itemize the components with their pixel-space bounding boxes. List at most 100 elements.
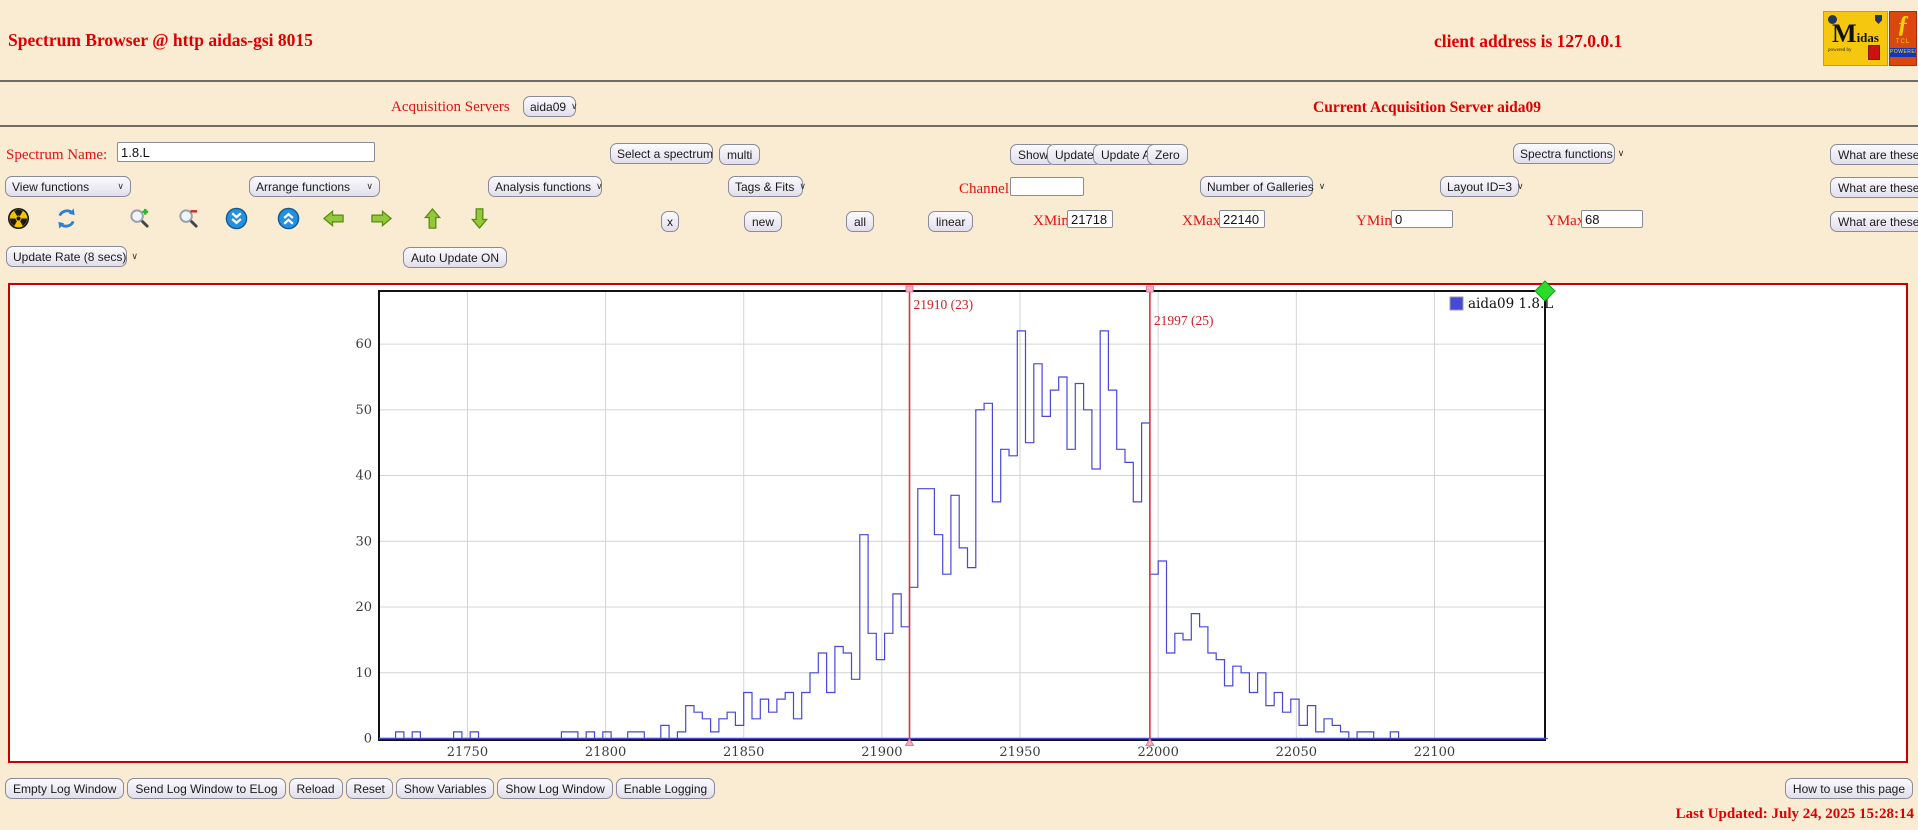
chevron-down-icon [596,181,603,192]
chevron-down-icon [366,181,373,192]
midas-powered-by-text: powered by [1828,48,1851,53]
svg-text:21997 (25): 21997 (25) [1154,313,1214,328]
send-log-window-to-elog-button[interactable]: Send Log Window to ELog [127,778,285,799]
double-arrow-up-icon[interactable] [277,207,300,230]
acquisition-server-select[interactable]: aida09 [523,96,576,117]
zoom-in-icon[interactable] [128,207,151,230]
show-log-window-button[interactable]: Show Log Window [497,778,612,799]
show-variables-button[interactable]: Show Variables [396,778,495,799]
select-a-spectrum-label: Select a spectrum [617,147,713,161]
auto-update-button[interactable]: Auto Update ON [403,247,507,268]
spectrum-name-label: Spectrum Name: [6,147,107,164]
number-of-galleries-select[interactable]: Number of Galleries [1200,176,1313,197]
analysis-functions-select[interactable]: Analysis functions [488,176,602,197]
arrow-down-icon[interactable] [468,207,491,230]
ymin-input[interactable] [1391,210,1453,228]
ymax-input[interactable] [1581,210,1643,228]
svg-text:21950: 21950 [999,745,1040,760]
tcl-powered-text: POWERED [1890,48,1916,57]
acquisition-servers-label: Acquisition Servers [391,99,510,116]
tags-fits-label: Tags & Fits [735,180,794,194]
midas-logo-shield [1875,15,1882,24]
last-updated-label: Last Updated: July 24, 2025 15:28:14 [1676,806,1914,823]
svg-text:aida09 1.8.L: aida09 1.8.L [1468,296,1553,312]
midas-logo-figure [1868,45,1880,60]
arrow-up-icon[interactable] [421,207,444,230]
what-are-these-button-2[interactable]: What are these? [1830,177,1918,198]
arrange-functions-label: Arrange functions [256,180,350,194]
svg-text:21750: 21750 [447,745,488,760]
what-are-these-button-1[interactable]: What are these? [1830,144,1918,165]
chevron-down-icon [799,181,806,192]
spectrum-chart[interactable]: 2175021800218502190021950220002205022100… [8,283,1908,763]
tags-fits-select[interactable]: Tags & Fits [728,176,803,197]
layout-id-select[interactable]: Layout ID=3 [1440,176,1519,197]
chevron-down-icon [1517,181,1524,192]
how-to-use-this-page-button[interactable]: How to use this page [1785,778,1913,799]
radiation-icon[interactable] [7,207,30,230]
svg-text:21910 (23): 21910 (23) [914,297,974,312]
view-functions-select[interactable]: View functions [5,176,131,197]
update-rate-label: Update Rate (8 secs) [13,250,126,264]
linear-button[interactable]: linear [928,211,973,232]
divider [0,125,1918,127]
midas-logo-dot [1828,15,1837,24]
svg-text:60: 60 [355,337,372,352]
current-server-label: Current Acquisition Server aida09 [1313,99,1541,117]
tcl-powered-logo[interactable]: ƒ TCL POWERED [1889,11,1917,66]
acquisition-server-value: aida09 [530,100,566,114]
svg-text:40: 40 [355,469,372,484]
x-button[interactable]: x [661,211,679,232]
arrange-functions-select[interactable]: Arrange functions [249,176,380,197]
channel-input[interactable] [1010,177,1084,196]
svg-text:21850: 21850 [723,745,764,760]
arrow-right-icon[interactable] [370,207,393,230]
xmin-input[interactable] [1067,210,1113,228]
xmax-label: XMax [1182,213,1220,230]
ymax-label: YMax [1546,213,1584,230]
number-of-galleries-label: Number of Galleries [1207,180,1314,194]
svg-text:0: 0 [364,732,372,747]
chevron-down-icon [1618,148,1625,159]
svg-text:22000: 22000 [1137,745,1178,760]
analysis-functions-label: Analysis functions [495,180,591,194]
zero-button[interactable]: Zero [1147,144,1188,165]
enable-logging-button[interactable]: Enable Logging [616,778,715,799]
spectra-functions-select[interactable]: Spectra functions [1513,143,1615,164]
select-a-spectrum[interactable]: Select a spectrum [610,143,713,164]
svg-text:21800: 21800 [585,745,626,760]
spectrum-name-input[interactable] [117,142,375,162]
all-button[interactable]: all [846,211,874,232]
arrow-left-icon[interactable] [322,207,345,230]
new-button[interactable]: new [744,211,782,232]
divider [0,80,1918,82]
layout-id-label: Layout ID=3 [1447,180,1512,194]
svg-text:22100: 22100 [1414,745,1455,760]
zoom-out-icon[interactable] [177,207,200,230]
view-functions-label: View functions [12,180,89,194]
svg-text:50: 50 [355,403,372,418]
chevron-down-icon [571,101,578,112]
double-arrow-down-icon[interactable] [225,207,248,230]
svg-text:10: 10 [355,666,372,681]
histogram-plot[interactable]: 2175021800218502190021950220002205022100… [10,285,1906,761]
log-controls: Empty Log Window Send Log Window to ELog… [5,778,715,799]
midas-logo[interactable]: Midas powered by [1823,11,1888,66]
xmax-input[interactable] [1219,210,1265,228]
empty-log-window-button[interactable]: Empty Log Window [5,778,124,799]
page-title: Spectrum Browser @ http aidas-gsi 8015 [8,30,313,51]
reset-button[interactable]: Reset [346,778,393,799]
update-rate-select[interactable]: Update Rate (8 secs) [6,246,127,267]
reload-button[interactable]: Reload [289,778,343,799]
chevron-down-icon [117,181,124,192]
channel-label: Channel: [959,181,1013,198]
spectrum-browser-page: Spectrum Browser @ http aidas-gsi 8015 c… [0,0,1918,830]
refresh-icon[interactable] [55,207,78,230]
svg-text:21900: 21900 [861,745,902,760]
tcl-feather-icon: ƒ [1897,12,1909,38]
what-are-these-button-3[interactable]: What are these? [1830,211,1918,232]
svg-text:30: 30 [355,534,372,549]
chevron-down-icon [1319,181,1326,192]
multi-button[interactable]: multi [719,144,760,165]
svg-text:20: 20 [355,600,372,615]
